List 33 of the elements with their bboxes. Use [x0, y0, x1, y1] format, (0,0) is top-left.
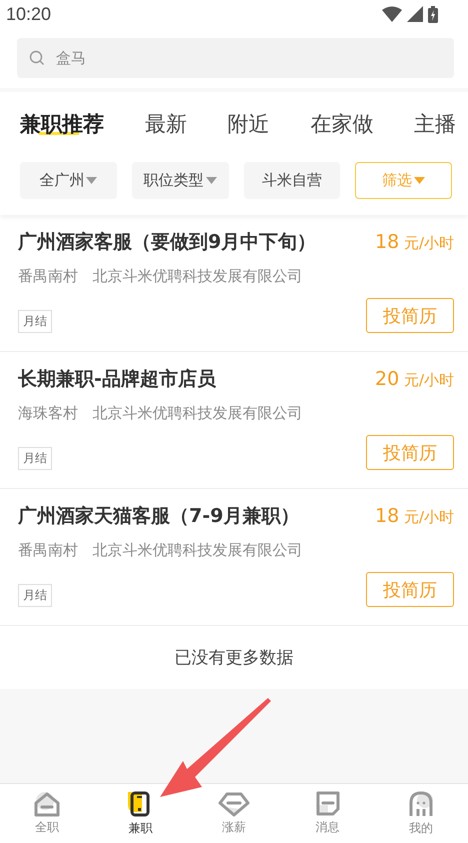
ghost-icon: [407, 790, 436, 818]
job-title: 广州酒家客服（要做到9月中下旬）: [18, 230, 316, 255]
job-title: 长期兼职-品牌超市店员: [18, 367, 216, 392]
battery-icon: [428, 6, 438, 22]
payment-tag: 月结: [18, 584, 52, 607]
payment-tag: 月结: [18, 310, 52, 333]
category-tab[interactable]: 主播: [414, 110, 456, 138]
end-of-list-text: 已没有更多数据: [174, 647, 294, 669]
job-title: 广州酒家天猫客服（7-9月兼职）: [18, 504, 300, 529]
job-salary: 18 元/小时: [374, 505, 454, 527]
category-tab[interactable]: 最新: [144, 110, 187, 138]
job-salary: 20 元/小时: [374, 368, 454, 390]
job-location-company: 番禺南村 北京斗米优聘科技发展有限公司: [18, 267, 304, 286]
job-salary: 18 元/小时: [374, 231, 454, 253]
house-icon: [32, 791, 61, 817]
filter-chip[interactable]: 斗米自营: [244, 162, 340, 199]
filter-chip[interactable]: 职位类型: [132, 162, 228, 199]
message-icon: [314, 791, 342, 817]
category-tab[interactable]: 在家做: [310, 110, 374, 138]
filter-chip[interactable]: 全广州: [20, 162, 117, 199]
wifi-icon: [382, 6, 402, 22]
search-icon: [29, 50, 45, 66]
diamond-icon: [218, 791, 250, 817]
category-tab[interactable]: 附近: [228, 110, 270, 138]
job-location-company: 海珠客村 北京斗米优聘科技发展有限公司: [18, 404, 304, 423]
caret-icon: [414, 177, 426, 184]
signal-icon: [407, 6, 423, 22]
category-tab[interactable]: 兼职推荐: [20, 110, 104, 138]
caret-icon: [86, 177, 98, 184]
payment-tag: 月结: [18, 447, 52, 470]
job-location-company: 番禺南村 北京斗米优聘科技发展有限公司: [18, 541, 304, 560]
caret-icon: [206, 177, 217, 184]
status-time: 10:20: [6, 4, 52, 24]
